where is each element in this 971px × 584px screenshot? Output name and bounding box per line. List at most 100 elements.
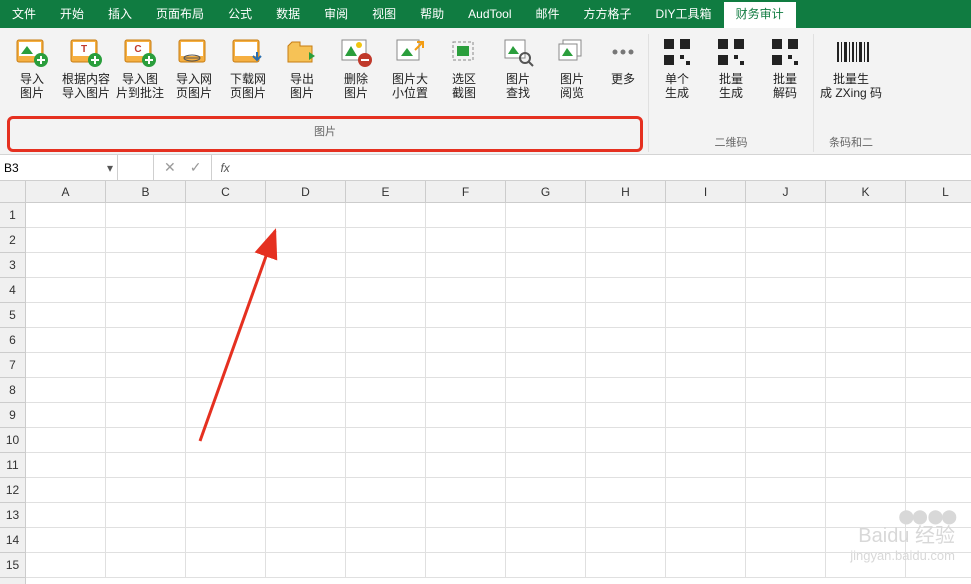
- menu-tab-layout[interactable]: 页面布局: [144, 0, 216, 28]
- cell[interactable]: [906, 403, 971, 428]
- cell[interactable]: [106, 228, 186, 253]
- cells-grid[interactable]: [26, 203, 971, 584]
- cell[interactable]: [506, 253, 586, 278]
- cancel-formula-icon[interactable]: ✕: [164, 159, 176, 176]
- row-headers[interactable]: 123456789101112131415: [0, 203, 26, 584]
- cell[interactable]: [266, 328, 346, 353]
- menu-tab-data[interactable]: 数据: [264, 0, 312, 28]
- cell[interactable]: [266, 453, 346, 478]
- cell[interactable]: [346, 353, 426, 378]
- cell[interactable]: [266, 353, 346, 378]
- row-header[interactable]: 8: [0, 378, 25, 403]
- btn-qr-single[interactable]: 单个 生成: [653, 34, 701, 100]
- cell[interactable]: [506, 428, 586, 453]
- cell[interactable]: [586, 428, 666, 453]
- row-header[interactable]: 3: [0, 253, 25, 278]
- column-header[interactable]: C: [186, 181, 266, 202]
- cell[interactable]: [506, 453, 586, 478]
- cell[interactable]: [106, 453, 186, 478]
- menu-tab-formula[interactable]: 公式: [216, 0, 264, 28]
- cell[interactable]: [266, 403, 346, 428]
- row-header[interactable]: 1: [0, 203, 25, 228]
- btn-delete-image[interactable]: 删除 图片: [332, 34, 380, 100]
- cell[interactable]: [506, 403, 586, 428]
- cell[interactable]: [746, 503, 826, 528]
- cell[interactable]: [26, 228, 106, 253]
- column-header[interactable]: G: [506, 181, 586, 202]
- cell[interactable]: [346, 553, 426, 578]
- cell[interactable]: [106, 353, 186, 378]
- row-header[interactable]: 6: [0, 328, 25, 353]
- cell[interactable]: [266, 228, 346, 253]
- cell[interactable]: [106, 528, 186, 553]
- cell[interactable]: [666, 528, 746, 553]
- cell[interactable]: [666, 403, 746, 428]
- row-header[interactable]: 13: [0, 503, 25, 528]
- cell[interactable]: [346, 328, 426, 353]
- cell[interactable]: [826, 403, 906, 428]
- cell[interactable]: [186, 328, 266, 353]
- cell[interactable]: [346, 303, 426, 328]
- cell[interactable]: [506, 503, 586, 528]
- cell[interactable]: [666, 303, 746, 328]
- cell[interactable]: [266, 553, 346, 578]
- menu-tab-help[interactable]: 帮助: [408, 0, 456, 28]
- cell[interactable]: [26, 353, 106, 378]
- cell[interactable]: [426, 278, 506, 303]
- fx-label[interactable]: fx: [212, 155, 237, 180]
- column-header[interactable]: J: [746, 181, 826, 202]
- cell[interactable]: [106, 203, 186, 228]
- column-header[interactable]: F: [426, 181, 506, 202]
- cell[interactable]: [426, 428, 506, 453]
- cell[interactable]: [26, 278, 106, 303]
- cell[interactable]: [346, 253, 426, 278]
- cell[interactable]: [346, 478, 426, 503]
- cell[interactable]: [586, 553, 666, 578]
- cell[interactable]: [346, 228, 426, 253]
- row-header[interactable]: 12: [0, 478, 25, 503]
- cell[interactable]: [666, 478, 746, 503]
- cell[interactable]: [746, 453, 826, 478]
- cell[interactable]: [186, 253, 266, 278]
- column-header[interactable]: B: [106, 181, 186, 202]
- cell[interactable]: [266, 253, 346, 278]
- cell[interactable]: [506, 228, 586, 253]
- cell[interactable]: [586, 403, 666, 428]
- cell[interactable]: [26, 553, 106, 578]
- cell[interactable]: [746, 203, 826, 228]
- cell[interactable]: [106, 553, 186, 578]
- cell[interactable]: [586, 328, 666, 353]
- row-header[interactable]: 5: [0, 303, 25, 328]
- btn-export-image[interactable]: 导出 图片: [278, 34, 326, 100]
- cell[interactable]: [666, 428, 746, 453]
- cell[interactable]: [506, 278, 586, 303]
- cell[interactable]: [826, 453, 906, 478]
- cell[interactable]: [346, 403, 426, 428]
- cell[interactable]: [26, 303, 106, 328]
- cell[interactable]: [906, 453, 971, 478]
- cell[interactable]: [106, 303, 186, 328]
- cell[interactable]: [426, 478, 506, 503]
- btn-qr-decode[interactable]: 批量 解码: [761, 34, 809, 100]
- cell[interactable]: [26, 428, 106, 453]
- cell[interactable]: [506, 553, 586, 578]
- menu-tab-home[interactable]: 开始: [48, 0, 96, 28]
- menu-tab-review[interactable]: 审阅: [312, 0, 360, 28]
- cell[interactable]: [346, 203, 426, 228]
- cell[interactable]: [186, 478, 266, 503]
- cell[interactable]: [26, 203, 106, 228]
- cell[interactable]: [906, 378, 971, 403]
- row-header[interactable]: 10: [0, 428, 25, 453]
- cell[interactable]: [666, 553, 746, 578]
- cell[interactable]: [346, 453, 426, 478]
- btn-image-size-pos[interactable]: 图片大 小位置: [386, 34, 434, 100]
- cell[interactable]: [906, 428, 971, 453]
- cell[interactable]: [186, 353, 266, 378]
- row-header[interactable]: 15: [0, 553, 25, 578]
- cell[interactable]: [426, 403, 506, 428]
- cell[interactable]: [266, 428, 346, 453]
- cell[interactable]: [426, 353, 506, 378]
- cell[interactable]: [346, 528, 426, 553]
- cell[interactable]: [906, 203, 971, 228]
- cell[interactable]: [266, 528, 346, 553]
